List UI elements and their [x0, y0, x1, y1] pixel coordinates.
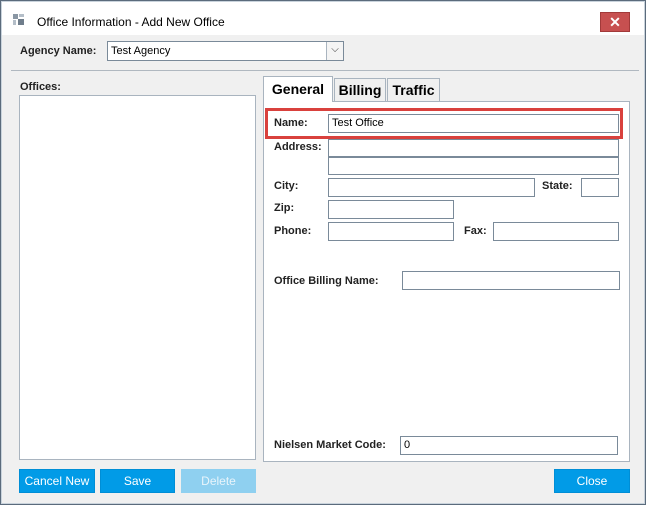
- office-information-window: Office Information - Add New Office ✕ Ag…: [0, 0, 646, 505]
- nielsen-market-code-input[interactable]: 0: [400, 436, 618, 455]
- fax-input[interactable]: [493, 222, 619, 241]
- address-line1-input[interactable]: [328, 139, 619, 157]
- save-button[interactable]: Save: [100, 469, 175, 493]
- offices-label: Offices:: [20, 81, 61, 93]
- delete-button[interactable]: Delete: [181, 469, 256, 493]
- window-close-button[interactable]: ✕: [600, 12, 630, 32]
- header-divider: [11, 70, 639, 71]
- name-input[interactable]: Test Office: [328, 114, 619, 133]
- address-line2-input[interactable]: [328, 157, 619, 175]
- office-billing-name-label: Office Billing Name:: [274, 275, 379, 287]
- agency-name-select[interactable]: Test Agency ⌵: [107, 41, 344, 61]
- close-button[interactable]: Close: [554, 469, 630, 493]
- nielsen-market-code-label: Nielsen Market Code:: [274, 439, 386, 451]
- fax-label: Fax:: [464, 225, 487, 237]
- address-label: Address:: [274, 141, 322, 153]
- offices-list[interactable]: [19, 95, 256, 460]
- title-bar: Office Information - Add New Office ✕: [2, 2, 644, 35]
- tab-traffic[interactable]: Traffic: [387, 78, 440, 101]
- name-label: Name:: [274, 117, 308, 129]
- phone-label: Phone:: [274, 225, 312, 237]
- close-icon: ✕: [609, 14, 621, 30]
- app-logo-icon: [13, 14, 24, 25]
- window-title: Office Information - Add New Office: [37, 15, 225, 29]
- zip-label: Zip:: [274, 202, 295, 214]
- chevron-down-icon[interactable]: ⌵: [326, 42, 343, 60]
- phone-input[interactable]: [328, 222, 454, 241]
- office-billing-name-input[interactable]: [402, 271, 620, 290]
- tab-billing[interactable]: Billing: [334, 78, 386, 101]
- agency-name-label: Agency Name:: [20, 45, 97, 57]
- tab-general[interactable]: General: [263, 76, 333, 102]
- state-label: State:: [542, 180, 573, 192]
- state-input[interactable]: [581, 178, 619, 197]
- zip-input[interactable]: [328, 200, 454, 219]
- city-label: City:: [274, 180, 299, 192]
- agency-name-value: Test Agency: [111, 45, 171, 57]
- city-input[interactable]: [328, 178, 535, 197]
- cancel-new-button[interactable]: Cancel New: [19, 469, 95, 493]
